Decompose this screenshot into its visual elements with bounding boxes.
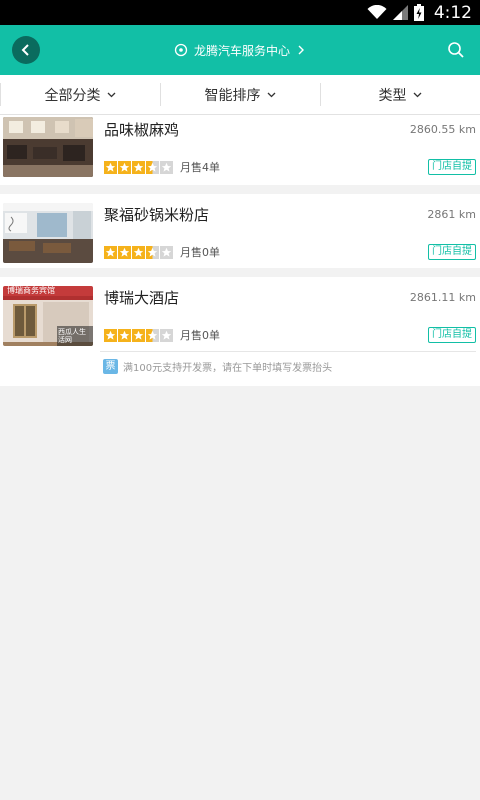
store-rating: 月售0单 [104, 244, 220, 260]
star-icon [118, 328, 131, 342]
store-item[interactable]: 博瑞商务宾馆 西瓜人生活网 博瑞大酒店 2861.11 km 月售0单 门店自提… [0, 277, 480, 386]
star-icon [118, 160, 131, 174]
chevron-down-icon [267, 92, 275, 97]
star-half-icon [146, 245, 159, 259]
search-icon[interactable] [446, 40, 466, 60]
signal-icon [392, 5, 408, 20]
filter-type[interactable]: 类型 [320, 75, 480, 114]
filter-category-label: 全部分类 [44, 87, 101, 104]
store-rating: 月售4单 [104, 159, 220, 175]
filter-sort[interactable]: 智能排序 [160, 75, 320, 114]
status-icons: 4:12 [367, 2, 472, 23]
store-monthly-sales: 月售4单 [180, 161, 220, 174]
filter-type-label: 类型 [378, 87, 407, 104]
divider [100, 351, 476, 352]
store-name: 品味椒麻鸡 [104, 121, 180, 139]
store-monthly-sales: 月售0单 [180, 329, 220, 342]
filter-category[interactable]: 全部分类 [0, 75, 160, 114]
star-icon [132, 328, 145, 342]
location-selector[interactable]: 龙腾汽车服务中心 [0, 25, 480, 75]
pickup-tag: 门店自提 [428, 327, 476, 343]
location-target-icon [174, 43, 188, 57]
pickup-tag: 门店自提 [428, 159, 476, 175]
status-bar: 4:12 [0, 0, 480, 25]
store-name: 博瑞大酒店 [104, 289, 180, 307]
star-icon [118, 245, 131, 259]
invoice-text: 满100元支持开发票，请在下单时填写发票抬头 [123, 363, 333, 374]
star-half-icon [146, 160, 159, 174]
star-empty-icon [160, 160, 173, 174]
store-rating: 月售0单 [104, 327, 220, 343]
store-name: 聚福砂锅米粉店 [104, 206, 210, 224]
filter-bar: 全部分类 智能排序 类型 [0, 75, 480, 115]
rating-stars [104, 328, 173, 342]
store-monthly-sales: 月售0单 [180, 246, 220, 259]
pickup-tag: 门店自提 [428, 244, 476, 260]
store-thumbnail: 博瑞商务宾馆 西瓜人生活网 [3, 286, 93, 346]
store-item[interactable]: 聚福砂锅米粉店 2861 km 月售0单 门店自提 [0, 194, 480, 268]
store-thumbnail [3, 203, 93, 263]
chevron-down-icon [413, 92, 421, 97]
star-half-icon [146, 328, 159, 342]
star-empty-icon [160, 328, 173, 342]
store-item[interactable]: 品味椒麻鸡 2860.55 km 月售4单 门店自提 [0, 115, 480, 185]
store-thumbnail [3, 117, 93, 177]
star-empty-icon [160, 245, 173, 259]
rating-stars [104, 245, 173, 259]
star-icon [104, 328, 117, 342]
invoice-note: 票 满100元支持开发票，请在下单时填写发票抬头 [103, 359, 332, 374]
thumb-watermark-text: 西瓜人生活网 [58, 328, 86, 344]
battery-icon [413, 4, 424, 21]
star-icon [132, 160, 145, 174]
store-distance: 2861.11 km [409, 291, 476, 304]
star-icon [132, 245, 145, 259]
invoice-icon: 票 [103, 359, 118, 374]
store-list: 品味椒麻鸡 2860.55 km 月售4单 门店自提 聚福砂锅米粉店 2861 … [0, 115, 480, 386]
thumb-sign-text: 博瑞商务宾馆 [7, 286, 55, 295]
filter-sort-label: 智能排序 [204, 87, 261, 104]
app-header: 龙腾汽车服务中心 [0, 25, 480, 75]
location-label: 龙腾汽车服务中心 [193, 43, 290, 58]
store-distance: 2861 km [427, 208, 476, 221]
star-icon [104, 160, 117, 174]
star-icon [104, 245, 117, 259]
chevron-right-icon [298, 45, 304, 55]
store-distance: 2860.55 km [409, 123, 476, 136]
chevron-down-icon [107, 92, 115, 97]
rating-stars [104, 160, 173, 174]
wifi-icon [367, 5, 387, 19]
status-time: 4:12 [433, 2, 472, 23]
